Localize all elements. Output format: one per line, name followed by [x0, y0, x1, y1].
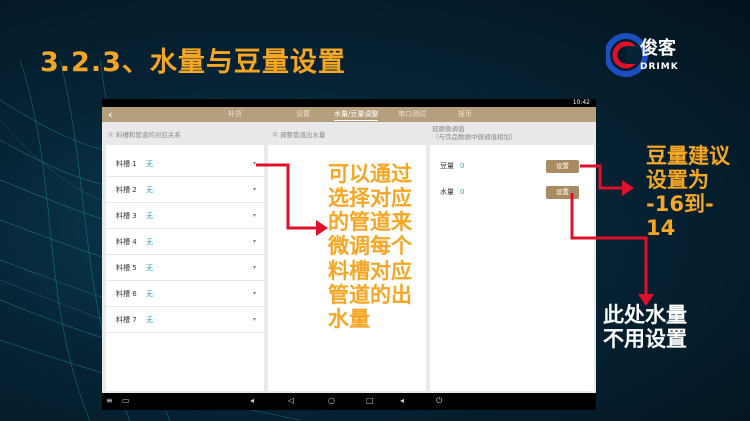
- trough-label: 料槽 1: [116, 160, 137, 168]
- note-line: 的管道来: [328, 210, 412, 235]
- dropdown-icon[interactable]: ▾: [253, 255, 256, 281]
- annotation-water-note: 此处水量 不用设置: [603, 303, 723, 351]
- logo-cn-text: 俊客: [640, 38, 676, 59]
- trough-label: 料槽 2: [116, 186, 137, 194]
- volume-up-icon[interactable]: ◂: [400, 395, 404, 407]
- nav-back-icon[interactable]: ◁: [288, 395, 294, 407]
- note-line: 料槽对应: [328, 258, 412, 283]
- power-icon[interactable]: ⏻: [436, 395, 442, 407]
- dropdown-icon[interactable]: ▾: [253, 307, 256, 333]
- trough-list: 料槽 1 无 ▾ 料槽 2 无 ▾ 料槽 3 无 ▾ 料槽 4 无 ▾ 料槽 5…: [106, 145, 264, 391]
- slide-title: 3.2.3、水量与豆量设置: [40, 47, 346, 78]
- status-bar: 10:42: [102, 99, 596, 107]
- note-line: 不用设置: [603, 327, 687, 352]
- setting-label: 水量: [440, 188, 454, 196]
- nav-recent-icon[interactable]: □: [366, 395, 374, 407]
- setting-value: 0: [460, 188, 465, 196]
- status-time: 10:42: [572, 99, 590, 106]
- trough-value: 无: [146, 238, 153, 246]
- trough-label: 料槽 5: [116, 264, 137, 272]
- dropdown-icon[interactable]: ▾: [253, 177, 256, 203]
- nav-home-icon[interactable]: ○: [328, 395, 335, 407]
- dropdown-icon[interactable]: ▾: [253, 281, 256, 307]
- trough-row[interactable]: 料槽 7 无 ▾: [106, 307, 264, 333]
- note-line: 此处水量: [603, 303, 687, 327]
- trough-value: 无: [146, 160, 153, 168]
- water-amount-row: 水量 0 设置: [430, 179, 590, 205]
- back-icon[interactable]: ‹: [108, 108, 113, 121]
- trough-row[interactable]: 料槽 6 无 ▾: [106, 281, 264, 307]
- volume-icon[interactable]: ◂: [250, 395, 254, 407]
- menu-icon[interactable]: ≡: [106, 395, 113, 407]
- note-line: 管道的出: [328, 282, 412, 307]
- trough-row[interactable]: 料槽 3 无 ▾: [106, 203, 264, 229]
- fine-tune-panel: 豆量 0 设置 水量 0 设置: [430, 145, 594, 391]
- col2-header: ② 调整管道出水量: [272, 131, 326, 139]
- col1-header: ① 料槽和管道的对应关系: [108, 131, 181, 139]
- tab-restock[interactable]: 补货: [228, 109, 242, 120]
- screenshot-icon[interactable]: ▭: [122, 395, 130, 407]
- tab-serial-test[interactable]: 串口测试: [398, 109, 426, 120]
- trough-row[interactable]: 料槽 5 无 ▾: [106, 255, 264, 281]
- trough-label: 料槽 7: [116, 316, 137, 324]
- bean-set-button[interactable]: 设置: [546, 160, 579, 173]
- logo-en-text: DRIMK: [640, 62, 679, 72]
- trough-row[interactable]: 料槽 1 无 ▾: [106, 151, 264, 177]
- trough-value: 无: [146, 290, 153, 298]
- annotation-pipe-note: 可以通过 选择对应 的管道来 微调每个 料槽对应 管道的出 水量: [328, 162, 428, 331]
- trough-value: 无: [146, 264, 153, 272]
- tab-settings[interactable]: 设置: [296, 109, 310, 120]
- tab-bar: ‹ 补货 设置 水量/豆量调整 串口测试 报币: [102, 107, 596, 122]
- dropdown-icon[interactable]: ▾: [253, 203, 256, 229]
- water-set-button[interactable]: 设置: [546, 186, 579, 199]
- dropdown-icon[interactable]: ▾: [253, 151, 256, 177]
- note-line: 水量: [328, 306, 370, 331]
- note-line: 设置为: [646, 168, 709, 193]
- tab-coin[interactable]: 报币: [458, 109, 472, 120]
- arrowhead-bean: [622, 180, 634, 196]
- note-line: 可以通过: [328, 162, 412, 186]
- note-line: 豆量建议: [646, 144, 730, 168]
- note-line: 14: [646, 216, 676, 241]
- trough-label: 料槽 6: [116, 290, 137, 298]
- annotation-bean-note: 豆量建议 设置为 -16到- 14: [646, 144, 746, 241]
- trough-value: 无: [146, 316, 153, 324]
- trough-row[interactable]: 料槽 4 无 ▾: [106, 229, 264, 255]
- trough-label: 料槽 3: [116, 212, 137, 220]
- trough-value: 无: [146, 212, 153, 220]
- setting-label: 豆量: [440, 162, 454, 170]
- setting-value: 0: [460, 162, 465, 170]
- col3-subheader: （与饮品数据中微调值相加）: [432, 133, 517, 141]
- note-line: -16到-: [646, 192, 714, 217]
- trough-row[interactable]: 料槽 2 无 ▾: [106, 177, 264, 203]
- nav-bar: ≡ ▭ ◂ ◁ ○ □ ◂ ⏻: [102, 393, 596, 410]
- trough-value: 无: [146, 186, 153, 194]
- bean-amount-row: 豆量 0 设置: [430, 153, 590, 179]
- tab-water-bean[interactable]: 水量/豆量调整: [334, 109, 379, 121]
- note-line: 选择对应: [328, 186, 412, 211]
- trough-label: 料槽 4: [116, 238, 137, 246]
- note-line: 微调每个: [328, 234, 412, 259]
- dropdown-icon[interactable]: ▾: [253, 229, 256, 255]
